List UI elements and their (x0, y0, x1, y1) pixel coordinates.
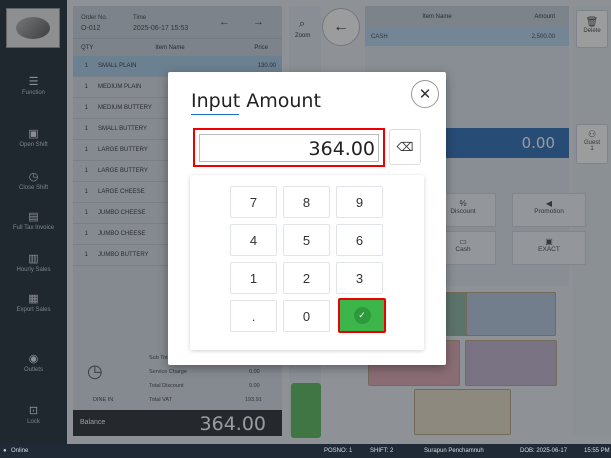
amount-input[interactable]: 364.00 (199, 134, 379, 162)
pos-no: POSNO: 1 (324, 448, 353, 454)
user-name: Surapun Penchamnuh (424, 448, 484, 454)
check-icon: ✓ (353, 307, 371, 324)
numeric-keypad: 7 8 9 4 5 6 1 2 3 . 0 ✓ (190, 175, 424, 350)
key-9[interactable]: 9 (336, 186, 383, 218)
title-underline (191, 114, 239, 115)
key-3[interactable]: 3 (336, 262, 383, 294)
key-7[interactable]: 7 (230, 186, 277, 218)
key-8[interactable]: 8 (283, 186, 330, 218)
amount-field-highlight: 364.00 (193, 128, 385, 167)
online-status: Online (11, 448, 29, 454)
shift: SHIFT: 2 (370, 448, 394, 454)
confirm-button[interactable]: ✓ (338, 298, 386, 333)
key-1[interactable]: 1 (230, 262, 277, 294)
key-5[interactable]: 5 (283, 224, 330, 256)
key-4[interactable]: 4 (230, 224, 277, 256)
backspace-icon[interactable]: ⌫ (389, 129, 421, 165)
date-of-business: DOB: 2025-06-17 (520, 448, 568, 454)
key-0[interactable]: 0 (283, 300, 330, 332)
dialog-title: Input Amount (191, 90, 321, 112)
online-dot-icon: ● (3, 448, 7, 454)
close-icon[interactable]: ✕ (411, 80, 439, 108)
key-2[interactable]: 2 (283, 262, 330, 294)
status-time: 15:55 PM (584, 448, 610, 454)
status-bar: ● Online POSNO: 1 SHIFT: 2 Surapun Pench… (0, 444, 611, 458)
input-amount-dialog: Input Amount ✕ 364.00 ⌫ 7 8 9 4 5 6 1 2 … (168, 72, 446, 365)
key-6[interactable]: 6 (336, 224, 383, 256)
key-decimal[interactable]: . (230, 300, 277, 332)
